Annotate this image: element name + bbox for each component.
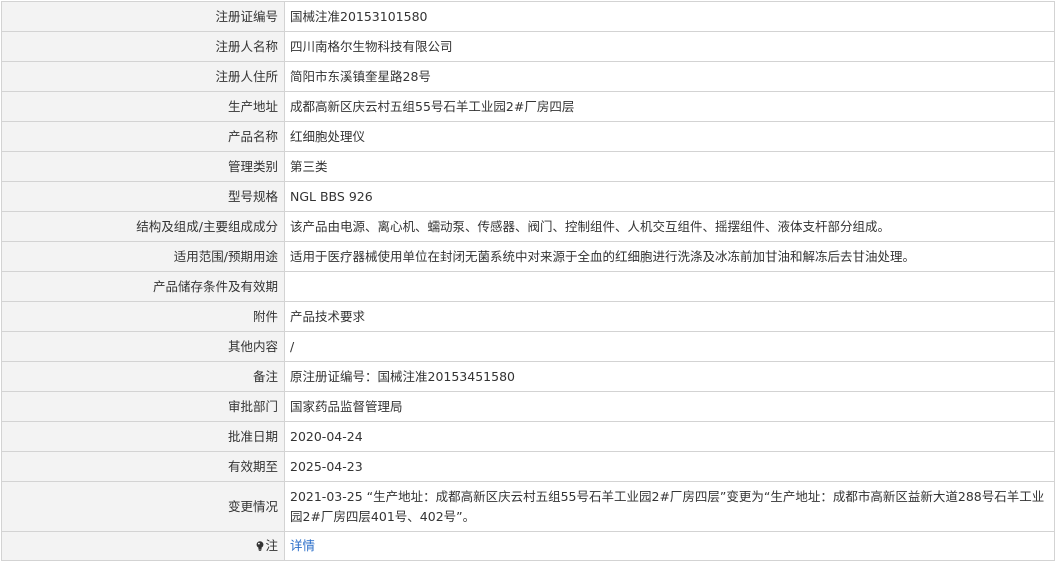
row-value: 四川南格尔生物科技有限公司 [284,31,1055,62]
note-value-cell: 详情 [284,531,1055,561]
row-value: 国家药品监督管理局 [284,391,1055,422]
note-label-cell: 注 [1,531,285,561]
table-row-registrant-address: 注册人住所 简阳市东溪镇奎星路28号 [1,61,1055,92]
table-row-remarks: 备注 原注册证编号：国械注准20153451580 [1,361,1055,392]
details-link[interactable]: 详情 [290,538,315,553]
row-label: 变更情况 [1,481,285,532]
row-value: 2021-03-25 “生产地址：成都高新区庆云村五组55号石羊工业园2#厂房四… [284,481,1055,532]
row-label: 型号规格 [1,181,285,212]
row-value: 简阳市东溪镇奎星路28号 [284,61,1055,92]
table-row-production-address: 生产地址 成都高新区庆云村五组55号石羊工业园2#厂房四层 [1,91,1055,122]
row-value: NGL BBS 926 [284,181,1055,212]
table-row-change-history: 变更情况 2021-03-25 “生产地址：成都高新区庆云村五组55号石羊工业园… [1,481,1055,532]
table-row-structure-composition: 结构及组成/主要组成成分 该产品由电源、离心机、蠕动泵、传感器、阀门、控制组件、… [1,211,1055,242]
row-value: 原注册证编号：国械注准20153451580 [284,361,1055,392]
table-row-note: 注 详情 [1,531,1055,561]
lightbulb-icon [256,541,264,551]
table-row-approval-department: 审批部门 国家药品监督管理局 [1,391,1055,422]
row-label: 备注 [1,361,285,392]
row-label: 注册证编号 [1,1,285,32]
row-label: 结构及组成/主要组成成分 [1,211,285,242]
table-row-other-content: 其他内容 / [1,331,1055,362]
row-label: 有效期至 [1,451,285,482]
row-label: 产品储存条件及有效期 [1,271,285,302]
row-label: 其他内容 [1,331,285,362]
table-row-valid-until: 有效期至 2025-04-23 [1,451,1055,482]
row-value: / [284,331,1055,362]
row-value: 成都高新区庆云村五组55号石羊工业园2#厂房四层 [284,91,1055,122]
row-value: 红细胞处理仪 [284,121,1055,152]
row-value [284,271,1055,302]
row-label: 附件 [1,301,285,332]
row-label: 管理类别 [1,151,285,182]
row-label: 注册人住所 [1,61,285,92]
table-row-management-category: 管理类别 第三类 [1,151,1055,182]
row-label: 批准日期 [1,421,285,452]
note-label: 注 [265,538,278,553]
table-row-product-name: 产品名称 红细胞处理仪 [1,121,1055,152]
row-label: 生产地址 [1,91,285,122]
row-value: 国械注准20153101580 [284,1,1055,32]
row-value: 适用于医疗器械使用单位在封闭无菌系统中对来源于全血的红细胞进行洗涤及冰冻前加甘油… [284,241,1055,272]
table-row-intended-use: 适用范围/预期用途 适用于医疗器械使用单位在封闭无菌系统中对来源于全血的红细胞进… [1,241,1055,272]
registration-info-table: 注册证编号 国械注准20153101580 注册人名称 四川南格尔生物科技有限公… [1,1,1055,561]
table-row-attachment: 附件 产品技术要求 [1,301,1055,332]
row-value: 第三类 [284,151,1055,182]
table-row-storage-validity: 产品储存条件及有效期 [1,271,1055,302]
table-row-registrant-name: 注册人名称 四川南格尔生物科技有限公司 [1,31,1055,62]
row-value: 该产品由电源、离心机、蠕动泵、传感器、阀门、控制组件、人机交互组件、摇摆组件、液… [284,211,1055,242]
registration-info-body: 注册证编号 国械注准20153101580 注册人名称 四川南格尔生物科技有限公… [1,1,1055,561]
table-row-registration-number: 注册证编号 国械注准20153101580 [1,1,1055,32]
table-row-approval-date: 批准日期 2020-04-24 [1,421,1055,452]
row-label: 适用范围/预期用途 [1,241,285,272]
row-value: 产品技术要求 [284,301,1055,332]
row-value: 2020-04-24 [284,421,1055,452]
row-label: 注册人名称 [1,31,285,62]
row-value: 2025-04-23 [284,451,1055,482]
row-label: 审批部门 [1,391,285,422]
table-row-model-spec: 型号规格 NGL BBS 926 [1,181,1055,212]
row-label: 产品名称 [1,121,285,152]
